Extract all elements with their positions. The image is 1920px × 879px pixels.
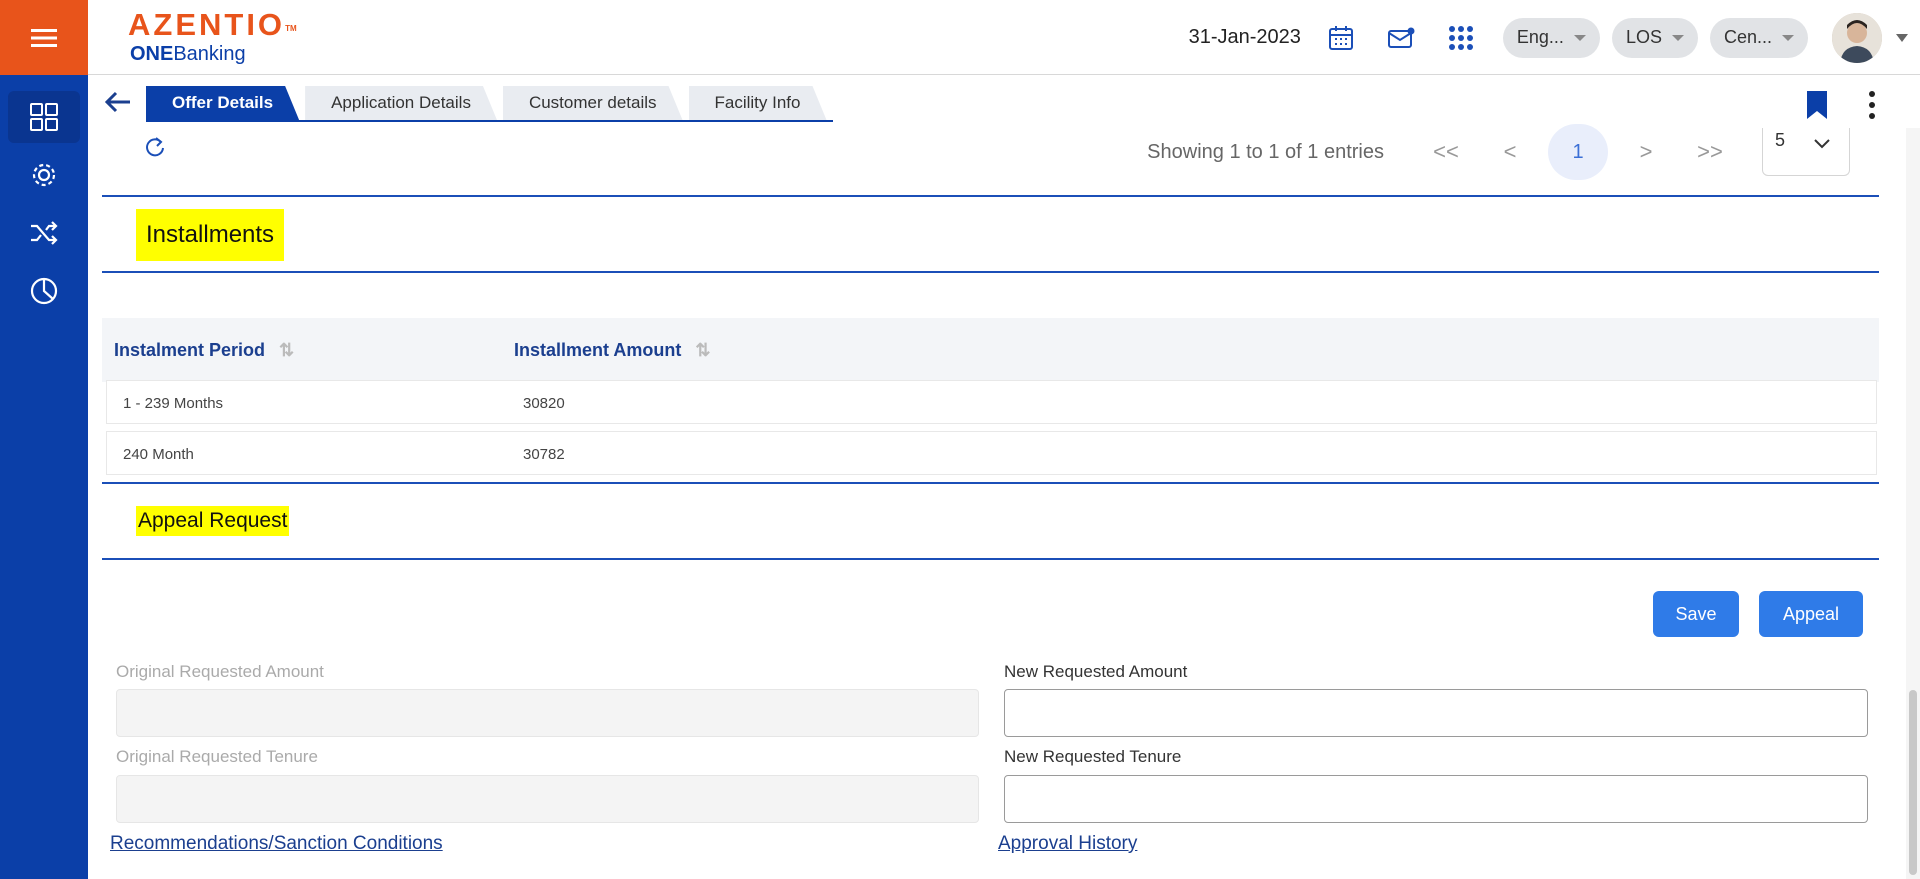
cell-period: 240 Month xyxy=(123,445,194,463)
new-amount-field[interactable] xyxy=(1004,689,1868,737)
back-arrow-icon xyxy=(104,91,130,113)
apps-grid-button[interactable] xyxy=(1446,23,1476,53)
sort-icon: ⇅ xyxy=(695,339,711,360)
module-select[interactable]: LOS xyxy=(1611,17,1698,58)
calendar-icon xyxy=(1328,25,1353,50)
column-header-label: Instalment Period xyxy=(114,339,266,360)
installments-section-header: Installments xyxy=(102,195,1879,273)
mail-notification-icon xyxy=(1387,27,1415,48)
chevron-down-icon xyxy=(1782,34,1794,41)
calendar-button[interactable] xyxy=(1326,23,1356,53)
refresh-button[interactable] xyxy=(144,136,166,163)
sidebar-item-workflow[interactable] xyxy=(8,207,80,259)
table-pager: Showing 1 to 1 of 1 entries << < 1 > >> … xyxy=(88,124,1880,188)
next-page-button[interactable]: > xyxy=(1614,128,1678,176)
tab-list: Offer Details Application Details Custom… xyxy=(146,86,833,122)
current-date: 31-Jan-2023 xyxy=(1188,26,1301,48)
new-tenure-field[interactable] xyxy=(1004,775,1868,823)
tab-facility-info[interactable]: Facility Info xyxy=(689,86,827,120)
chevron-down-icon xyxy=(1814,139,1830,149)
tabs-bar: Offer Details Application Details Custom… xyxy=(88,76,1920,128)
sort-icon: ⇅ xyxy=(279,339,295,360)
settings-gear-icon xyxy=(32,163,56,187)
installments-title: Installments xyxy=(136,209,285,261)
page-size-value: 5 xyxy=(1775,130,1786,150)
column-header-label: Installment Amount xyxy=(514,339,682,360)
main-content: Showing 1 to 1 of 1 entries << < 1 > >> … xyxy=(88,124,1920,879)
prev-page-button[interactable]: < xyxy=(1478,128,1542,176)
current-page-button[interactable]: 1 xyxy=(1548,124,1608,180)
appeal-title: Appeal Request xyxy=(136,506,290,536)
table-header-row: Instalment Period ⇅ Installment Amount ⇅ xyxy=(102,318,1879,382)
user-avatar[interactable] xyxy=(1832,12,1882,63)
save-button[interactable]: Save xyxy=(1653,591,1739,637)
module-value: LOS xyxy=(1625,27,1662,47)
kebab-menu-icon xyxy=(1869,91,1875,119)
chevron-down-icon xyxy=(1671,34,1684,41)
language-value: Eng... xyxy=(1516,27,1564,47)
left-sidebar xyxy=(0,0,88,879)
last-page-button[interactable]: >> xyxy=(1678,128,1742,176)
showing-entries-text: Showing 1 to 1 of 1 entries xyxy=(1147,140,1384,163)
dashboard-grid-icon xyxy=(30,103,58,131)
column-header-amount[interactable]: Installment Amount ⇅ xyxy=(514,318,710,382)
sidebar-item-reports[interactable] xyxy=(8,265,80,317)
appeal-button[interactable]: Appeal xyxy=(1759,591,1863,637)
user-menu-caret[interactable] xyxy=(1896,33,1908,42)
page-scrollbar[interactable] xyxy=(1906,128,1920,879)
table-row: 240 Month 30782 xyxy=(106,431,1877,475)
chevron-down-icon xyxy=(1573,34,1586,41)
page-size-select[interactable]: 5 xyxy=(1762,128,1850,176)
recommendations-link[interactable]: Recommendations/Sanction Conditions xyxy=(110,833,443,855)
new-tenure-label: New Requested Tenure xyxy=(1004,747,1182,766)
apps-grid-icon xyxy=(1448,25,1473,50)
table-row: 1 - 239 Months 30820 xyxy=(106,380,1877,424)
brand-name: AZENTIO xyxy=(128,7,286,42)
more-options-button[interactable] xyxy=(1868,90,1876,125)
tab-customer-details[interactable]: Customer details xyxy=(503,86,683,120)
shuffle-icon xyxy=(31,221,58,245)
branch-select[interactable]: Cen... xyxy=(1709,17,1808,58)
original-tenure-label: Original Requested Tenure xyxy=(116,747,318,766)
new-amount-label: New Requested Amount xyxy=(1004,662,1188,681)
brand-tm: TM xyxy=(285,24,297,33)
sidebar-item-dashboard[interactable] xyxy=(8,91,80,143)
scrollbar-thumb[interactable] xyxy=(1909,690,1917,875)
original-amount-field xyxy=(116,689,979,737)
bookmark-button[interactable] xyxy=(1806,90,1828,125)
messages-button[interactable] xyxy=(1386,23,1416,53)
cell-amount: 30820 xyxy=(523,394,565,412)
original-tenure-field xyxy=(116,775,979,823)
first-page-button[interactable]: << xyxy=(1414,128,1478,176)
brand-sub-rest: Banking xyxy=(173,43,246,65)
pie-chart-icon xyxy=(30,277,58,305)
tab-offer-details[interactable]: Offer Details xyxy=(146,86,299,120)
branch-value: Cen... xyxy=(1723,27,1772,47)
top-header: AZENTIOTM ONEBanking 31-Jan-2023 Eng... … xyxy=(88,0,1920,75)
refresh-icon xyxy=(146,137,164,157)
column-header-period[interactable]: Instalment Period ⇅ xyxy=(114,318,294,382)
brand-logo: AZENTIOTM ONEBanking xyxy=(128,8,297,66)
cell-period: 1 - 239 Months xyxy=(123,394,224,412)
sidebar-item-settings[interactable] xyxy=(8,149,80,201)
language-select[interactable]: Eng... xyxy=(1502,17,1600,58)
original-amount-label: Original Requested Amount xyxy=(116,662,324,681)
hamburger-menu-button[interactable] xyxy=(0,0,88,75)
appeal-section-header: Appeal Request xyxy=(102,482,1879,560)
user-photo-icon xyxy=(1832,12,1882,63)
tab-application-details[interactable]: Application Details xyxy=(305,86,497,120)
back-button[interactable] xyxy=(104,90,132,119)
cell-amount: 30782 xyxy=(523,445,565,463)
bookmark-icon xyxy=(1807,91,1827,119)
brand-sub-bold: ONE xyxy=(130,43,174,65)
hamburger-icon xyxy=(31,28,57,47)
approval-history-link[interactable]: Approval History xyxy=(998,833,1137,855)
